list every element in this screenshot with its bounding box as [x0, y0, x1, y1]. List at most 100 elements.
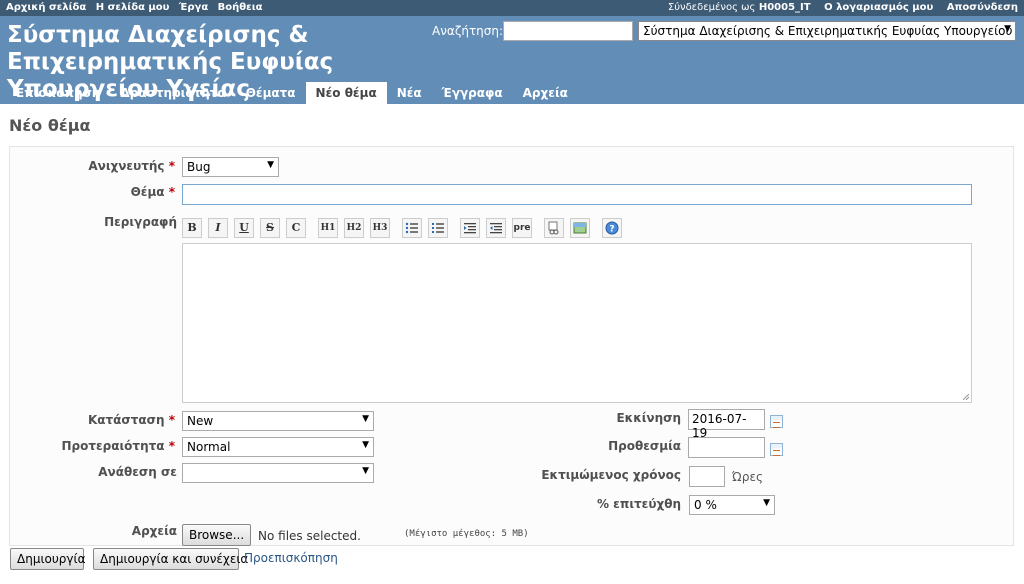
- tab-activity[interactable]: Δραστηριότητα: [110, 82, 235, 104]
- numbered-list-icon: [432, 223, 444, 233]
- priority-label-text: Προτεραιότητα: [61, 439, 165, 453]
- priority-select[interactable]: Normal ▼: [182, 437, 374, 457]
- help-icon: ?: [605, 221, 619, 235]
- estimated-time-input[interactable]: [689, 466, 725, 487]
- my-account-link[interactable]: Ο λογαριασμός μου: [824, 2, 933, 13]
- start-date-input[interactable]: 2016-07-19: [688, 409, 765, 440]
- browse-button[interactable]: Browse...: [182, 524, 251, 546]
- indent-button[interactable]: [460, 218, 480, 238]
- issue-form: Ανιχνευτής * Bug ▼ Θέμα * Περιγραφή B I …: [9, 146, 1014, 546]
- hours-unit: Ώρες: [732, 470, 764, 484]
- resize-handle-icon[interactable]: [963, 394, 969, 400]
- due-date-input[interactable]: [688, 437, 765, 458]
- tab-news[interactable]: Νέα: [387, 82, 432, 104]
- projects-link[interactable]: Έργα: [179, 2, 208, 13]
- indent-icon: [464, 223, 476, 234]
- status-select[interactable]: New ▼: [182, 411, 374, 431]
- outdent-icon: [490, 223, 502, 234]
- wiki-link-button[interactable]: [544, 218, 564, 238]
- tracker-label-text: Ανιχνευτής: [88, 159, 165, 173]
- tab-documents[interactable]: Έγγραφα: [432, 82, 513, 104]
- search-input[interactable]: [503, 21, 633, 41]
- required-mark: *: [168, 439, 175, 453]
- tracker-select-value: Bug: [187, 160, 211, 174]
- heading1-button[interactable]: H1: [318, 218, 338, 238]
- top-menu-right: Σύνδεδεμένος ως H0005_IT Ο λογαριασμός μ…: [658, 2, 1018, 13]
- project-select-value: Σύστημα Διαχείρισης & Επιχειρηματικής Ευ…: [643, 24, 1016, 38]
- assignee-select[interactable]: ▼: [182, 463, 374, 483]
- chevron-down-icon: ▼: [267, 160, 274, 170]
- search-label: Αναζήτηση:: [432, 24, 504, 38]
- help-link[interactable]: Βοήθεια: [218, 2, 263, 13]
- username-link[interactable]: H0005_IT: [759, 2, 811, 13]
- calendar-icon[interactable]: [770, 415, 783, 428]
- due-date-label: Προθεσμία: [608, 439, 681, 453]
- priority-select-value: Normal: [187, 440, 231, 454]
- my-page-link[interactable]: Η σελίδα μου: [96, 2, 170, 13]
- code-button[interactable]: C: [286, 218, 306, 238]
- project-jump-select[interactable]: Σύστημα Διαχείρισης & Επιχειρηματικής Ευ…: [638, 21, 1016, 41]
- content: Νέο θέμα Ανιχνευτής * Bug ▼ Θέμα * Περιγ…: [0, 104, 1024, 584]
- required-mark: *: [168, 159, 175, 173]
- description-textarea[interactable]: [182, 243, 972, 403]
- description-label: Περιγραφή: [104, 215, 177, 229]
- top-menu: Αρχική σελίδα Η σελίδα μου Έργα Βοήθεια …: [0, 0, 1024, 16]
- done-ratio-label: % επιτεύχθη: [596, 497, 681, 511]
- bullet-list-icon: [405, 222, 418, 234]
- home-link[interactable]: Αρχική σελίδα: [6, 2, 86, 13]
- done-ratio-value: 0 %: [694, 498, 717, 512]
- chevron-down-icon: ▼: [362, 414, 369, 424]
- svg-text:?: ?: [609, 225, 614, 235]
- logged-in-info: Σύνδεδεμένος ως H0005_IT: [658, 2, 811, 13]
- calendar-icon[interactable]: [770, 443, 783, 456]
- ordered-list-button[interactable]: [428, 218, 448, 238]
- tab-overview[interactable]: Επισκόπηση: [6, 82, 110, 104]
- image-icon: [573, 222, 587, 234]
- top-menu-left: Αρχική σελίδα Η σελίδα μου Έργα Βοήθεια: [6, 2, 269, 13]
- chevron-down-icon: ▼: [362, 466, 369, 476]
- tracker-select[interactable]: Bug ▼: [182, 157, 279, 177]
- create-button[interactable]: Δημιουργία: [10, 548, 85, 570]
- heading3-button[interactable]: H3: [370, 218, 390, 238]
- unordered-list-button[interactable]: [402, 218, 422, 238]
- estimated-time-label: Εκτιμώμενος χρόνος: [541, 468, 681, 482]
- subject-input[interactable]: [182, 184, 972, 205]
- main-menu: Επισκόπηση Δραστηριότητα Θέματα Νέο θέμα…: [6, 82, 578, 104]
- chevron-down-icon: ▼: [1004, 24, 1011, 34]
- tab-issues[interactable]: Θέματα: [236, 82, 306, 104]
- required-mark: *: [168, 413, 175, 427]
- bold-button[interactable]: B: [182, 218, 202, 238]
- max-size-note: (Μέγιστο μέγεθος: 5 MB): [404, 529, 529, 539]
- chevron-down-icon: ▼: [362, 440, 369, 450]
- tab-new-issue[interactable]: Νέο θέμα: [305, 82, 387, 104]
- required-mark: *: [168, 185, 175, 199]
- files-label: Αρχεία: [131, 524, 177, 538]
- heading2-button[interactable]: H2: [344, 218, 364, 238]
- image-button[interactable]: [570, 218, 590, 238]
- preview-link[interactable]: Προεπισκόπηση: [244, 551, 338, 565]
- outdent-button[interactable]: [486, 218, 506, 238]
- header: Σύστημα Διαχείρισης & Επιχειρηματικής Ευ…: [0, 16, 1024, 104]
- subject-label: Θέμα *: [131, 185, 175, 199]
- tab-files[interactable]: Αρχεία: [513, 82, 578, 104]
- strikethrough-button[interactable]: S: [260, 218, 280, 238]
- start-date-label: Εκκίνηση: [616, 411, 681, 425]
- italic-button[interactable]: I: [208, 218, 228, 238]
- page-title: Νέο θέμα: [9, 116, 91, 135]
- status-select-value: New: [187, 414, 214, 428]
- create-and-continue-button[interactable]: Δημιουργία και συνέχεια: [93, 548, 248, 570]
- done-ratio-select[interactable]: 0 % ▼: [689, 495, 775, 515]
- logged-in-label: Σύνδεδεμένος ως: [667, 2, 756, 13]
- subject-label-text: Θέμα: [130, 185, 165, 199]
- assignee-label: Ανάθεση σε: [98, 465, 177, 479]
- no-files-text: No files selected.: [258, 529, 361, 543]
- preformatted-button[interactable]: pre: [512, 218, 532, 238]
- priority-label: Προτεραιότητα *: [61, 439, 175, 453]
- logout-link[interactable]: Αποσύνδεση: [947, 2, 1018, 13]
- chevron-down-icon: ▼: [763, 498, 770, 508]
- status-label-text: Κατάσταση: [87, 413, 165, 427]
- tracker-label: Ανιχνευτής *: [88, 159, 175, 173]
- status-label: Κατάσταση *: [88, 413, 175, 427]
- help-button[interactable]: ?: [602, 218, 622, 238]
- underline-button[interactable]: U: [234, 218, 254, 238]
